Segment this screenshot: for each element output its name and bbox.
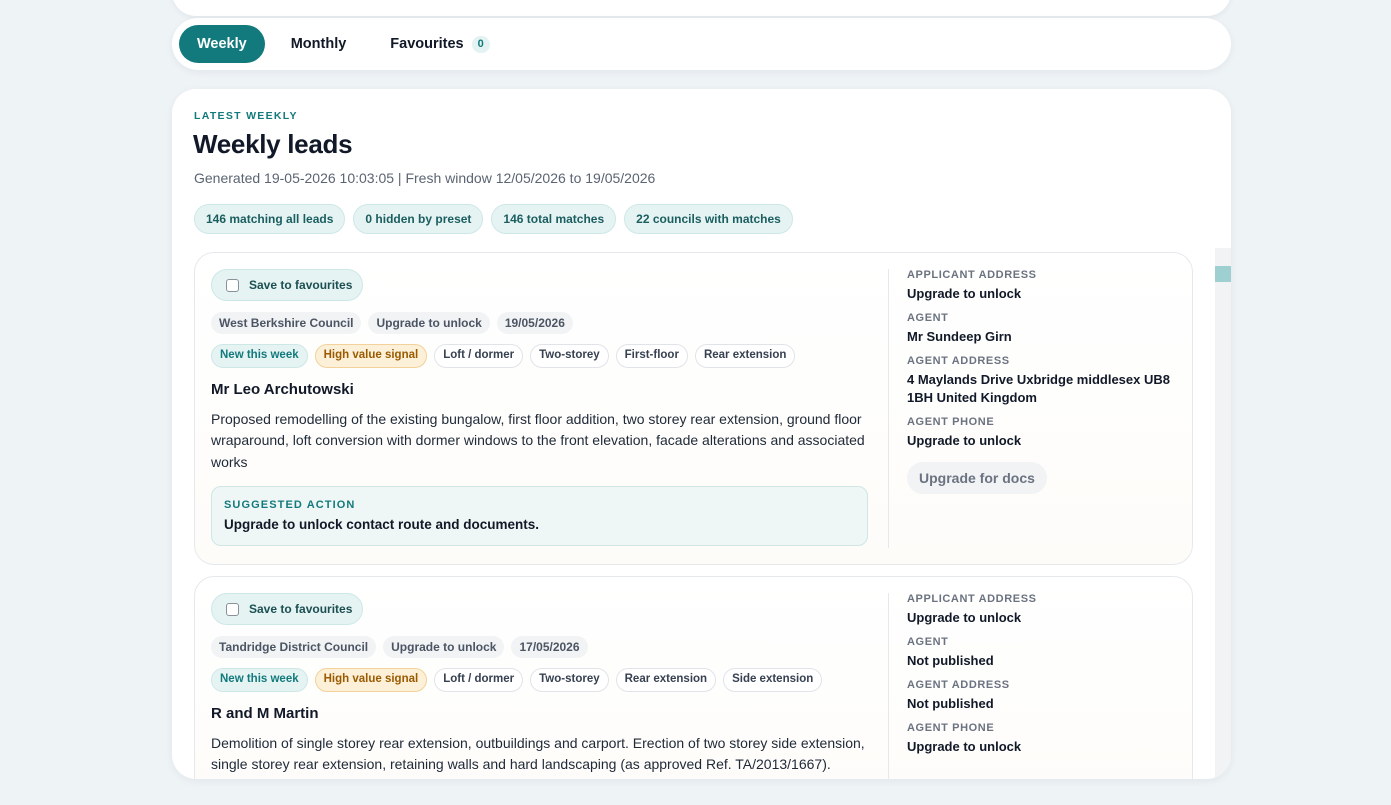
lead-card: Save to favourites Tandridge District Co… xyxy=(194,576,1193,779)
reference-pill: Upgrade to unlock xyxy=(368,312,490,334)
suggested-action: SUGGESTED ACTION Upgrade to unlock conta… xyxy=(211,486,868,546)
lead-description: Demolition of single storey rear extensi… xyxy=(211,734,865,780)
detail-value: Upgrade to unlock xyxy=(907,610,1022,625)
detail-applicant-address: APPLICANT ADDRESS Upgrade to unlock xyxy=(907,593,1177,627)
detail-value: Upgrade to unlock xyxy=(907,433,1022,448)
save-to-favourites-button[interactable]: Save to favourites xyxy=(211,269,364,301)
detail-label: APPLICANT ADDRESS xyxy=(907,269,1037,281)
lead-details: APPLICANT ADDRESS Upgrade to unlock AGEN… xyxy=(907,593,1177,765)
lead-tags: New this week High value signal Loft / d… xyxy=(211,668,869,692)
tag-new: New this week xyxy=(211,344,308,368)
tab-weekly[interactable]: Weekly xyxy=(179,25,265,63)
scrollbar-thumb[interactable] xyxy=(1215,266,1231,282)
council-pill: West Berkshire Council xyxy=(211,312,362,334)
upgrade-for-docs-button[interactable]: Upgrade for docs xyxy=(907,462,1047,494)
detail-value: Mr Sundeep Girn xyxy=(907,329,1012,344)
save-label: Save to favourites xyxy=(249,278,353,292)
detail-agent-phone: AGENT PHONE Upgrade to unlock xyxy=(907,416,1177,450)
lead-details: APPLICANT ADDRESS Upgrade to unlock AGEN… xyxy=(907,269,1177,494)
save-to-favourites-button[interactable]: Save to favourites xyxy=(211,593,364,625)
previous-card-edge xyxy=(172,0,1231,16)
reference-pill: Upgrade to unlock xyxy=(383,636,505,658)
tag: Rear extension xyxy=(694,344,796,368)
lead-main: Save to favourites West Berkshire Counci… xyxy=(211,269,869,546)
weekly-leads-panel: LATEST WEEKLY Weekly leads Generated 19-… xyxy=(172,89,1231,779)
tag-high-value: High value signal xyxy=(314,668,428,692)
detail-applicant-address: APPLICANT ADDRESS Upgrade to unlock xyxy=(907,269,1177,303)
applicant-name: R and M Martin xyxy=(211,704,319,722)
detail-label: AGENT ADDRESS xyxy=(907,679,1010,691)
suggested-action-text: Upgrade to unlock contact route and docu… xyxy=(224,517,540,532)
detail-label: AGENT PHONE xyxy=(907,416,995,428)
applicant-name: Mr Leo Archutowski xyxy=(211,380,354,398)
detail-value: Not published xyxy=(907,653,994,668)
lead-tags: New this week High value signal Loft / d… xyxy=(211,344,869,368)
favourites-count-badge: 0 xyxy=(471,35,490,53)
generated-info: Generated 19-05-2026 10:03:05 | Fresh wi… xyxy=(194,170,656,186)
tag-new: New this week xyxy=(211,668,308,692)
tag: Side extension xyxy=(723,668,823,692)
lead-meta: Tandridge District Council Upgrade to un… xyxy=(211,636,869,658)
section-eyebrow: LATEST WEEKLY xyxy=(194,110,298,122)
detail-label: AGENT PHONE xyxy=(907,722,995,734)
detail-agent-address: AGENT ADDRESS Not published xyxy=(907,679,1177,713)
detail-value: Not published xyxy=(907,696,994,711)
detail-agent-address: AGENT ADDRESS 4 Maylands Drive Uxbridge … xyxy=(907,355,1177,407)
tag: Rear extension xyxy=(615,668,717,692)
tab-favourites-label: Favourites xyxy=(390,36,464,52)
tab-monthly[interactable]: Monthly xyxy=(273,25,365,63)
favourite-checkbox[interactable] xyxy=(226,278,239,292)
tab-monthly-label: Monthly xyxy=(290,36,347,52)
lead-meta: West Berkshire Council Upgrade to unlock… xyxy=(211,312,869,334)
tab-weekly-label: Weekly xyxy=(197,36,247,52)
stats-row: 146 matching all leads 0 hidden by prese… xyxy=(194,204,793,234)
tag: Loft / dormer xyxy=(434,344,524,368)
detail-label: AGENT xyxy=(907,636,949,648)
council-pill: Tandridge District Council xyxy=(211,636,377,658)
favourite-checkbox[interactable] xyxy=(226,602,239,616)
lead-description: Proposed remodelling of the existing bun… xyxy=(211,410,865,470)
stat-chip-total: 146 total matches xyxy=(491,204,617,234)
date-pill: 17/05/2026 xyxy=(511,636,588,658)
tag: Loft / dormer xyxy=(434,668,524,692)
stat-chip-hidden: 0 hidden by preset xyxy=(353,204,484,234)
tag-high-value: High value signal xyxy=(314,344,428,368)
detail-label: AGENT ADDRESS xyxy=(907,355,1010,367)
stat-chip-councils: 22 councils with matches xyxy=(624,204,793,234)
detail-value: 4 Maylands Drive Uxbridge middlesex UB8 … xyxy=(907,372,1170,405)
tag: Two-storey xyxy=(530,344,609,368)
period-tabs: Weekly Monthly Favourites 0 xyxy=(172,18,1231,70)
lead-main: Save to favourites Tandridge District Co… xyxy=(211,593,869,779)
date-pill: 19/05/2026 xyxy=(496,312,573,334)
column-divider xyxy=(888,269,889,548)
column-divider xyxy=(888,593,889,779)
suggested-action-label: SUGGESTED ACTION xyxy=(224,499,356,511)
detail-value: Upgrade to unlock xyxy=(907,286,1022,301)
detail-label: AGENT xyxy=(907,312,949,324)
detail-agent-phone: AGENT PHONE Upgrade to unlock xyxy=(907,722,1177,756)
lead-card: Save to favourites West Berkshire Counci… xyxy=(194,252,1193,565)
detail-agent: AGENT Mr Sundeep Girn xyxy=(907,312,1177,346)
tag: First-floor xyxy=(615,344,688,368)
save-label: Save to favourites xyxy=(249,602,353,616)
detail-value: Upgrade to unlock xyxy=(907,739,1022,754)
page-title: Weekly leads xyxy=(193,129,353,159)
scrollbar-track[interactable] xyxy=(1215,248,1231,779)
stat-chip-matching: 146 matching all leads xyxy=(194,204,346,234)
tag: Two-storey xyxy=(530,668,609,692)
detail-label: APPLICANT ADDRESS xyxy=(907,593,1037,605)
detail-agent: AGENT Not published xyxy=(907,636,1177,670)
tab-favourites[interactable]: Favourites 0 xyxy=(372,25,497,63)
